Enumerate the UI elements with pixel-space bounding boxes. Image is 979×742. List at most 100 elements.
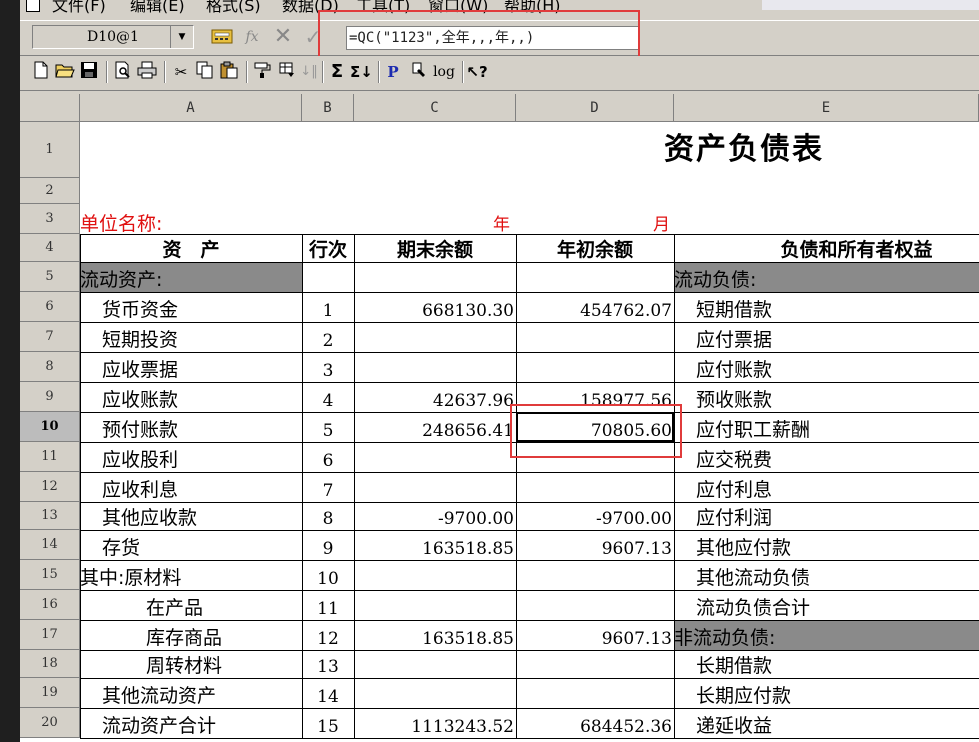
- row-header-2[interactable]: 2: [20, 178, 80, 204]
- menu-help[interactable]: 帮助(H): [504, 0, 561, 14]
- row-header-13[interactable]: 13: [20, 502, 80, 530]
- row-header-20[interactable]: 20: [20, 708, 80, 738]
- unit-name-label[interactable]: 单位名称:: [80, 204, 302, 234]
- line-number-cell[interactable]: 15: [302, 708, 354, 738]
- start-balance-cell[interactable]: [516, 678, 674, 708]
- line-number-cell[interactable]: 2: [302, 322, 354, 352]
- menu-window[interactable]: 窗口(W): [428, 0, 488, 14]
- start-balance-cell[interactable]: [516, 590, 674, 620]
- header-liability[interactable]: 负债和所有者权益: [674, 234, 979, 262]
- end-balance-cell[interactable]: [354, 590, 516, 620]
- save-icon[interactable]: [78, 61, 100, 83]
- end-balance-cell[interactable]: [354, 650, 516, 678]
- asset-name-cell[interactable]: 货币资金: [80, 292, 302, 322]
- line-number-cell[interactable]: 3: [302, 352, 354, 382]
- asset-name-cell[interactable]: 库存商品: [80, 620, 302, 650]
- asset-name-cell[interactable]: 存货: [80, 530, 302, 560]
- liability-name-cell[interactable]: 递延收益: [674, 708, 979, 738]
- copy-icon[interactable]: [194, 61, 216, 83]
- line-number-cell[interactable]: 1: [302, 292, 354, 322]
- menu-edit[interactable]: 编辑(E): [130, 0, 185, 14]
- line-number-cell[interactable]: 5: [302, 412, 354, 442]
- liability-name-cell[interactable]: 流动负债:: [674, 262, 979, 292]
- formula-input[interactable]: =QC("1123",全年,,,年,,): [346, 26, 640, 50]
- cut-icon[interactable]: ✂: [170, 61, 192, 83]
- column-header-a[interactable]: A: [80, 94, 302, 122]
- asset-name-cell[interactable]: 应收账款: [80, 382, 302, 412]
- row-header-17[interactable]: 17: [20, 620, 80, 650]
- liability-name-cell[interactable]: 长期应付款: [674, 678, 979, 708]
- liability-name-cell[interactable]: 应付利息: [674, 472, 979, 502]
- start-balance-cell[interactable]: 9607.13: [516, 620, 674, 650]
- column-header-d[interactable]: D: [516, 94, 674, 122]
- row-header-12[interactable]: 12: [20, 472, 80, 502]
- row-header-3[interactable]: 3: [20, 204, 80, 234]
- end-balance-cell[interactable]: 248656.41: [354, 412, 516, 442]
- end-balance-cell[interactable]: 1113243.52: [354, 708, 516, 738]
- asset-name-cell[interactable]: 应收票据: [80, 352, 302, 382]
- row-header-1[interactable]: 1: [20, 122, 80, 178]
- print-icon[interactable]: [136, 61, 158, 83]
- row-header-7[interactable]: 7: [20, 322, 80, 352]
- end-balance-cell[interactable]: -9700.00: [354, 502, 516, 530]
- liability-name-cell[interactable]: 应付利润: [674, 502, 979, 530]
- start-balance-cell[interactable]: 9607.13: [516, 530, 674, 560]
- end-balance-cell[interactable]: [354, 678, 516, 708]
- row-header-5[interactable]: 5: [20, 262, 80, 292]
- sum-icon[interactable]: Σ: [326, 61, 348, 83]
- liability-name-cell[interactable]: 短期借款: [674, 292, 979, 322]
- end-balance-cell[interactable]: 42637.96: [354, 382, 516, 412]
- line-number-cell[interactable]: 8: [302, 502, 354, 530]
- line-number-cell[interactable]: 10: [302, 560, 354, 590]
- line-number-cell[interactable]: 11: [302, 590, 354, 620]
- start-balance-cell[interactable]: [516, 262, 674, 292]
- liability-name-cell[interactable]: 应付账款: [674, 352, 979, 382]
- row-header-16[interactable]: 16: [20, 590, 80, 620]
- column-header-e[interactable]: E: [674, 94, 979, 122]
- asset-name-cell[interactable]: 在产品: [80, 590, 302, 620]
- liability-name-cell[interactable]: 其他应付款: [674, 530, 979, 560]
- row-header-15[interactable]: 15: [20, 560, 80, 590]
- row-header-4[interactable]: 4: [20, 234, 80, 262]
- asset-name-cell[interactable]: 短期投资: [80, 322, 302, 352]
- liability-name-cell[interactable]: 流动负债合计: [674, 590, 979, 620]
- format-painter-icon[interactable]: [252, 61, 274, 83]
- liability-name-cell[interactable]: 应付票据: [674, 322, 979, 352]
- sort-icon[interactable]: ↓‖: [298, 61, 320, 83]
- new-file-icon[interactable]: [30, 61, 52, 83]
- menu-format[interactable]: 格式(S): [206, 0, 261, 14]
- liability-name-cell[interactable]: 长期借款: [674, 650, 979, 678]
- column-header-b[interactable]: B: [302, 94, 354, 122]
- insert-icon[interactable]: [408, 61, 430, 83]
- filter-icon[interactable]: [276, 61, 298, 83]
- line-number-cell[interactable]: 7: [302, 472, 354, 502]
- row-header-6[interactable]: 6: [20, 292, 80, 322]
- year-label[interactable]: 年: [354, 204, 516, 234]
- start-balance-cell[interactable]: 158977.56: [516, 382, 674, 412]
- row-header-18[interactable]: 18: [20, 650, 80, 678]
- start-balance-cell[interactable]: [516, 472, 674, 502]
- end-balance-cell[interactable]: [354, 262, 516, 292]
- start-balance-cell[interactable]: 684452.36: [516, 708, 674, 738]
- confirm-icon[interactable]: ✓: [302, 27, 324, 47]
- start-balance-cell[interactable]: [516, 352, 674, 382]
- line-number-cell[interactable]: [302, 262, 354, 292]
- line-number-cell[interactable]: 13: [302, 650, 354, 678]
- month-label[interactable]: 月: [516, 204, 674, 234]
- line-number-cell[interactable]: 14: [302, 678, 354, 708]
- cell-reference-box[interactable]: D10@1 ▼: [32, 25, 194, 49]
- end-balance-cell[interactable]: [354, 352, 516, 382]
- end-balance-cell[interactable]: [354, 322, 516, 352]
- menu-tools[interactable]: 工具(T): [356, 0, 410, 14]
- chevron-down-icon[interactable]: ▼: [170, 26, 193, 48]
- menu-file[interactable]: 文件(F): [52, 0, 106, 14]
- open-folder-icon[interactable]: [54, 61, 76, 83]
- p-icon[interactable]: P: [382, 61, 404, 83]
- liability-name-cell[interactable]: 其他流动负债: [674, 560, 979, 590]
- paste-icon[interactable]: [218, 61, 240, 83]
- asset-name-cell[interactable]: 其他应收款: [80, 502, 302, 530]
- row-header-14[interactable]: 14: [20, 530, 80, 560]
- asset-name-cell[interactable]: 流动资产合计: [80, 708, 302, 738]
- end-balance-cell[interactable]: 668130.30: [354, 292, 516, 322]
- line-number-cell[interactable]: 4: [302, 382, 354, 412]
